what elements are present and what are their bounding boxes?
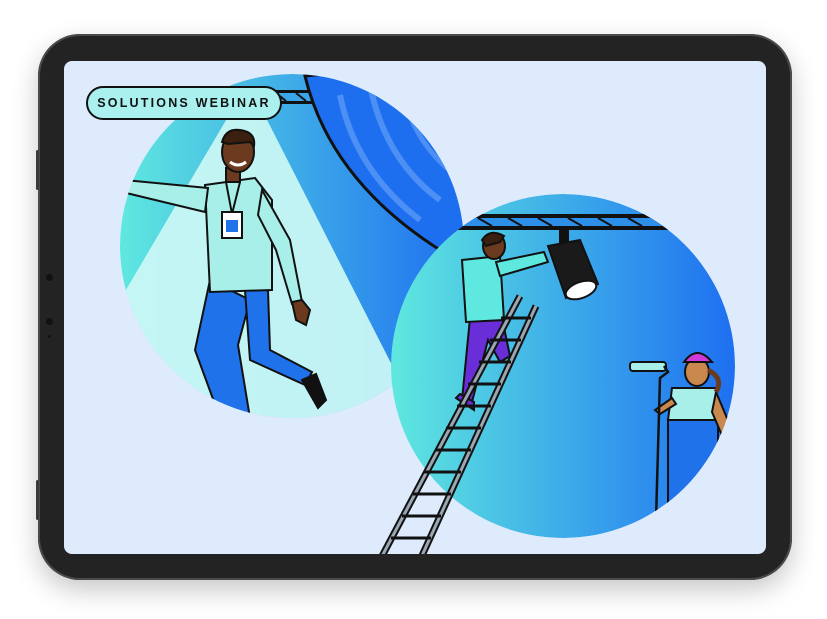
id-badge-icon bbox=[221, 211, 243, 239]
solutions-webinar-badge: SOLUTIONS WEBINAR bbox=[86, 86, 282, 120]
crew-scene bbox=[391, 194, 735, 538]
truss-icon bbox=[440, 214, 680, 230]
